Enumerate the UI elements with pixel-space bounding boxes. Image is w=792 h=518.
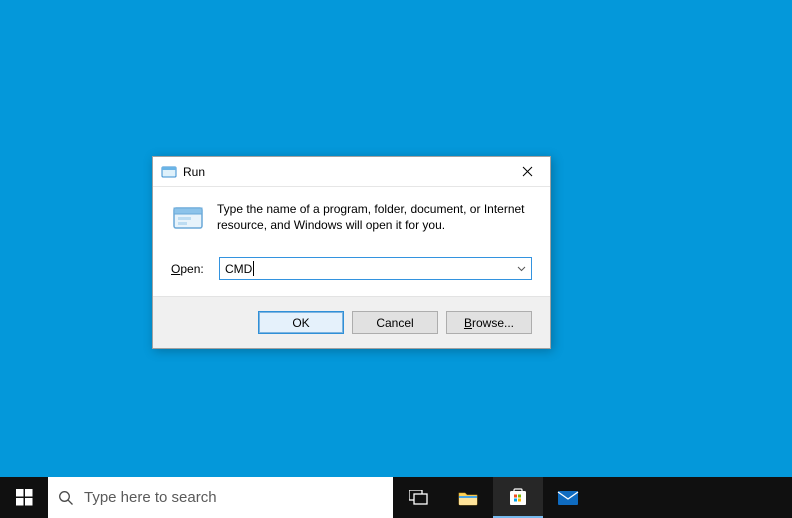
chevron-down-icon[interactable] — [515, 263, 527, 275]
open-label: Open: — [171, 262, 209, 276]
microsoft-store-button[interactable] — [493, 477, 543, 518]
titlebar[interactable]: Run — [153, 157, 550, 187]
text-cursor — [253, 261, 254, 276]
search-placeholder: Type here to search — [84, 489, 217, 506]
taskbar-search[interactable]: Type here to search — [48, 477, 393, 518]
open-input[interactable] — [220, 258, 531, 279]
run-titlebar-icon — [161, 164, 177, 180]
browse-button[interactable]: Browse... — [446, 311, 532, 334]
task-view-button[interactable] — [393, 477, 443, 518]
close-button[interactable] — [504, 157, 550, 187]
button-bar: OK Cancel Browse... — [153, 296, 550, 348]
start-button[interactable] — [0, 477, 48, 518]
run-dialog: Run Type the name of a program, folder, … — [152, 156, 551, 349]
mail-button[interactable] — [543, 477, 593, 518]
taskbar: Type here to search — [0, 477, 792, 518]
ok-button[interactable]: OK — [258, 311, 344, 334]
dialog-title: Run — [183, 165, 205, 179]
run-icon — [171, 201, 205, 235]
file-explorer-button[interactable] — [443, 477, 493, 518]
cancel-button[interactable]: Cancel — [352, 311, 438, 334]
open-combobox[interactable] — [219, 257, 532, 280]
search-icon — [58, 490, 74, 506]
dialog-description: Type the name of a program, folder, docu… — [217, 201, 527, 233]
dialog-body: Type the name of a program, folder, docu… — [153, 187, 550, 296]
